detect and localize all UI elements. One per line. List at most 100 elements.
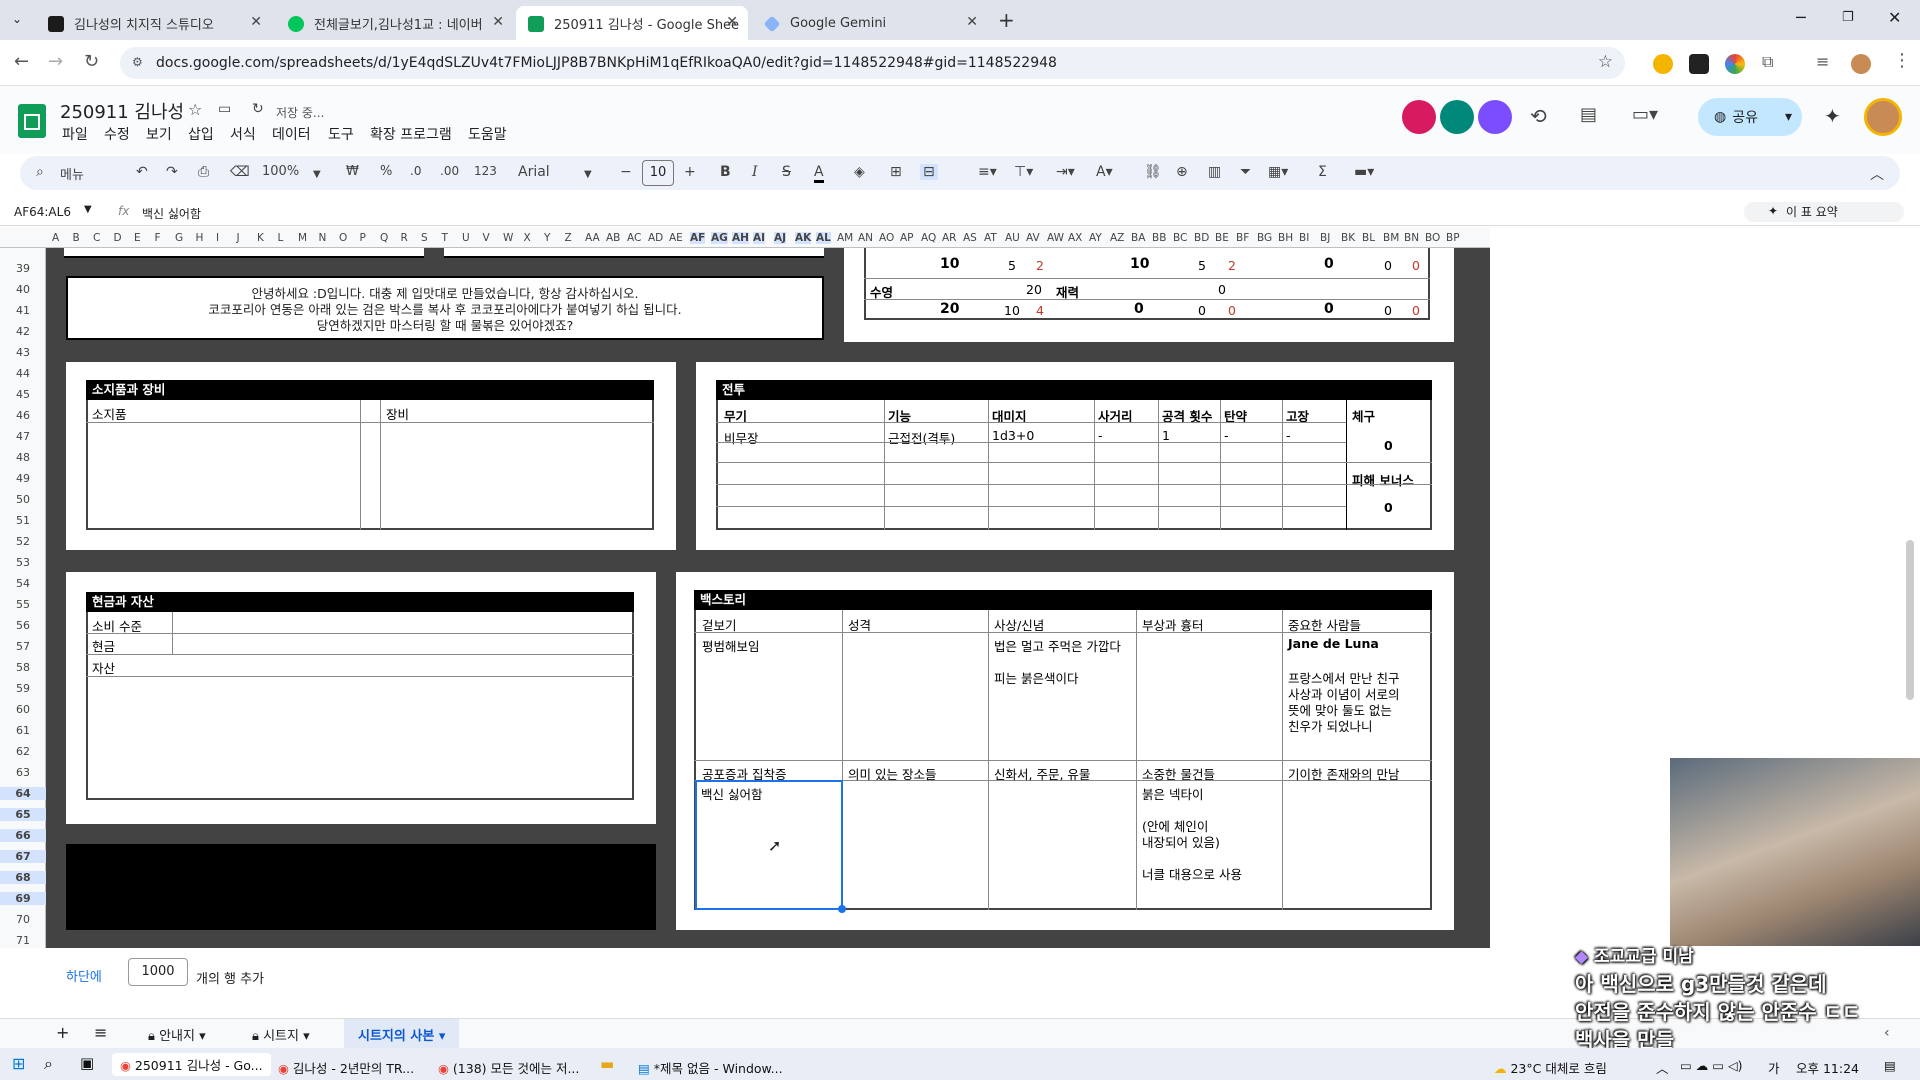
vertical-scrollbar[interactable] <box>1906 540 1914 700</box>
insert-link-icon[interactable]: ⛓ <box>1144 164 1162 180</box>
url-input[interactable]: ⚙ docs.google.com/spreadsheets/d/1yE4qdS… <box>120 47 1625 79</box>
bold-icon[interactable]: B <box>720 164 731 180</box>
percent-format-button[interactable]: % <box>380 164 392 179</box>
menu-format[interactable]: 서식 <box>230 124 256 144</box>
all-sheets-icon[interactable]: ≡ <box>94 1023 107 1042</box>
fill-handle[interactable] <box>838 905 846 913</box>
column-header[interactable]: AG <box>711 232 728 244</box>
column-header[interactable]: D <box>114 232 122 244</box>
input-tools-icon[interactable]: ▬▾ <box>1354 164 1374 180</box>
user-avatar[interactable] <box>1864 98 1902 136</box>
column-header[interactable]: X <box>524 232 531 244</box>
name-box[interactable]: AF64:AL6 <box>14 205 71 219</box>
site-info-icon[interactable]: ⚙ <box>132 55 143 69</box>
add-rows-button[interactable]: 하단에 <box>66 966 102 985</box>
insert-chart-icon[interactable]: ▥ <box>1208 164 1221 180</box>
back-icon[interactable]: ← <box>14 51 29 72</box>
redo-icon[interactable]: ↷ <box>166 164 178 180</box>
row-header[interactable]: 68 <box>0 871 46 884</box>
row-header[interactable]: 43 <box>0 346 46 359</box>
column-header[interactable]: AA <box>585 232 600 244</box>
column-header[interactable]: R <box>401 232 408 244</box>
column-header[interactable]: V <box>483 232 490 244</box>
fill-color-icon[interactable]: ◈ <box>854 164 865 180</box>
column-header[interactable]: BB <box>1152 232 1166 244</box>
row-header[interactable]: 39 <box>0 262 46 275</box>
row-header[interactable]: 56 <box>0 619 46 632</box>
column-header[interactable]: BI <box>1299 232 1309 244</box>
row-header[interactable]: 63 <box>0 766 46 779</box>
browser-menu-icon[interactable]: ⋮ <box>1893 50 1911 71</box>
column-header[interactable]: AD <box>648 232 663 244</box>
menu-tools[interactable]: 도구 <box>328 124 354 144</box>
collaborator-avatar[interactable] <box>1440 100 1474 134</box>
column-header[interactable]: BJ <box>1320 232 1330 244</box>
column-header[interactable]: AB <box>606 232 620 244</box>
browser-tab-1[interactable]: 김나성의 치지직 스튜디오 ✕ <box>36 6 272 40</box>
column-header[interactable]: BK <box>1341 232 1355 244</box>
media-control-icon[interactable]: ≡ <box>1816 52 1829 71</box>
column-header[interactable]: J <box>237 232 240 244</box>
italic-icon[interactable]: I <box>752 164 758 180</box>
clock[interactable]: 오후 11:24 <box>1796 1058 1859 1077</box>
row-header[interactable]: 45 <box>0 388 46 401</box>
gemini-sparkle-icon[interactable]: ✦ <box>1824 104 1841 128</box>
search-menu-icon[interactable]: ⌕ <box>36 164 44 180</box>
collapse-toolbar-icon[interactable]: ︿ <box>1870 164 1884 184</box>
row-header[interactable]: 46 <box>0 409 46 422</box>
number-format-button[interactable]: 123 <box>474 164 497 178</box>
column-header[interactable]: AO <box>879 232 894 244</box>
row-header[interactable]: 51 <box>0 514 46 527</box>
row-header[interactable]: 60 <box>0 703 46 716</box>
extension-icon[interactable] <box>1653 54 1673 74</box>
filter-views-icon[interactable]: ▦▾ <box>1268 164 1288 180</box>
cocofolia-black-box[interactable] <box>66 844 656 930</box>
restore-icon[interactable]: ❐ <box>1842 10 1854 25</box>
column-header[interactable]: A <box>52 232 59 244</box>
column-header[interactable]: BC <box>1173 232 1187 244</box>
row-header[interactable]: 58 <box>0 661 46 674</box>
tray-icons[interactable]: ▭ ☁ ▭ ◁) <box>1680 1058 1743 1073</box>
row-header[interactable]: 71 <box>0 934 46 947</box>
row-header[interactable]: 50 <box>0 493 46 506</box>
taskbar-search-icon[interactable]: ⌕ <box>44 1054 53 1074</box>
column-header[interactable]: AV <box>1026 232 1040 244</box>
font-family-select[interactable]: Arial <box>518 164 550 180</box>
row-header[interactable]: 42 <box>0 325 46 338</box>
column-header[interactable]: Y <box>544 232 550 244</box>
column-header[interactable]: BG <box>1257 232 1272 244</box>
file-explorer-icon[interactable]: ▬ <box>600 1055 614 1073</box>
column-header[interactable]: I <box>216 232 219 244</box>
name-box-chevron-icon[interactable]: ▼ <box>84 204 92 215</box>
scroll-tabs-icon[interactable]: ‹ <box>1884 1025 1890 1041</box>
row-header[interactable]: 65 <box>0 808 46 821</box>
row-header[interactable]: 67 <box>0 850 46 863</box>
borders-icon[interactable]: ⊞ <box>890 164 902 180</box>
close-tab-icon[interactable]: ✕ <box>966 14 978 30</box>
column-header[interactable]: BL <box>1362 232 1375 244</box>
row-header[interactable]: 52 <box>0 535 46 548</box>
close-tab-icon[interactable]: ✕ <box>492 14 504 30</box>
browser-tab-3-active[interactable]: 250911 김나성 - Google Shee ✕ <box>516 6 748 40</box>
column-header[interactable]: AX <box>1068 232 1082 244</box>
browser-tab-4[interactable]: Google Gemini ✕ <box>752 6 988 40</box>
reload-icon[interactable]: ↻ <box>84 51 99 72</box>
zoom-select[interactable]: 100% <box>262 164 299 179</box>
column-header[interactable]: G <box>175 232 183 244</box>
row-header[interactable]: 70 <box>0 913 46 926</box>
extension-icon[interactable] <box>1689 54 1709 74</box>
column-header[interactable]: AU <box>1005 232 1020 244</box>
paint-format-icon[interactable]: ⌫ <box>230 164 250 180</box>
row-header[interactable]: 47 <box>0 430 46 443</box>
sheet-tab-sheet[interactable]: 🔒︎ 시트지 ▾ <box>252 1025 310 1044</box>
comments-icon[interactable]: ▤ <box>1580 104 1597 125</box>
increase-font-size-icon[interactable]: + <box>684 164 696 180</box>
font-size-input[interactable]: 10 <box>642 160 674 186</box>
row-header[interactable]: 64 <box>0 787 46 800</box>
column-header[interactable]: AI <box>753 232 766 244</box>
formula-input[interactable]: 백신 싫어함 <box>142 205 201 222</box>
column-header[interactable]: AF <box>690 232 706 244</box>
column-header[interactable]: AR <box>942 232 956 244</box>
rows-count-input[interactable]: 1000 <box>128 958 188 986</box>
column-header[interactable]: U <box>462 232 470 244</box>
